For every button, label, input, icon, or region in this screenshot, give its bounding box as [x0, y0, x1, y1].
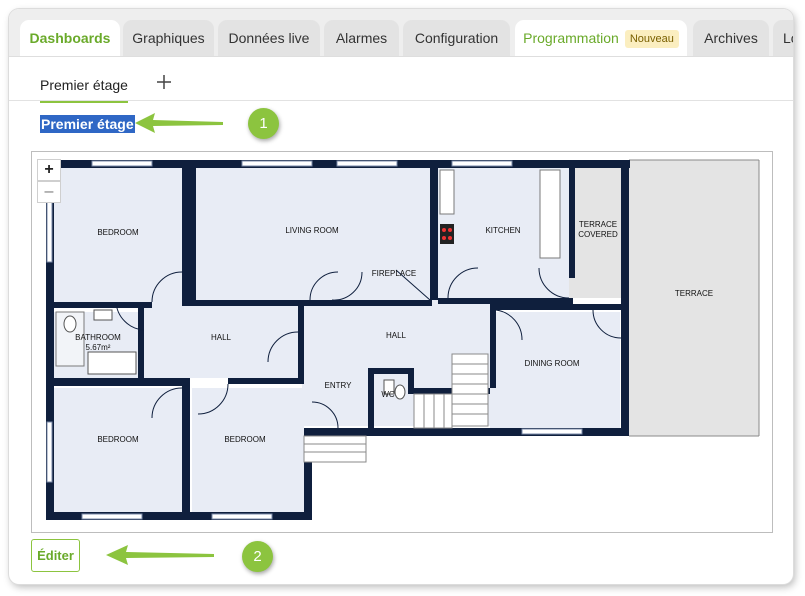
tab-label: Alarmes [335, 30, 388, 46]
annotation-step-1: 1 [248, 108, 279, 139]
label-hall-left: HALL [211, 333, 232, 342]
label-kitchen: KITCHEN [485, 226, 520, 235]
label-entry: ENTRY [325, 381, 353, 390]
tab-donnees-live[interactable]: Données live [218, 20, 320, 56]
floorplan-drawing: BEDROOM LIVING ROOM FIREPLACE KITCHEN TE… [46, 159, 760, 520]
label-bathroom: BATHROOM [75, 333, 121, 342]
new-badge: Nouveau [624, 30, 679, 48]
subtab-premier-etage[interactable]: Premier étage [40, 77, 128, 103]
app-window: Dashboards Graphiques Données live Alarm… [9, 9, 793, 584]
label-bedroom-bottom-right: BEDROOM [224, 435, 266, 444]
zoom-in-button[interactable]: + [37, 159, 61, 181]
label-fireplace: FIREPLACE [372, 269, 416, 278]
annotation-arrow-icon [135, 113, 223, 133]
tab-alarmes[interactable]: Alarmes [324, 20, 399, 56]
label-terrace: TERRACE [675, 289, 713, 298]
annotation-step-2: 2 [242, 541, 273, 572]
tab-graphiques[interactable]: Graphiques [123, 20, 214, 56]
label-wc: WC [381, 390, 395, 399]
tab-label: Graphiques [132, 30, 205, 46]
tab-configuration[interactable]: Configuration [403, 20, 510, 56]
floorplan-panel[interactable]: BEDROOM LIVING ROOM FIREPLACE KITCHEN TE… [31, 151, 773, 533]
floor-title-selected[interactable]: Premier étage [40, 115, 135, 133]
tab-archives[interactable]: Archives [693, 20, 769, 56]
plus-icon[interactable] [156, 71, 172, 95]
zoom-out-button[interactable]: – [37, 181, 61, 203]
label-terrace-covered-line2: COVERED [578, 230, 618, 239]
label-dining-room: DINING ROOM [524, 359, 579, 368]
tab-label: Programmation [523, 30, 619, 46]
floor-subtabs: Premier étage [9, 57, 793, 103]
edit-button[interactable]: Éditer [31, 539, 80, 572]
room-bedroom-bottom-right [192, 388, 304, 512]
label-bedroom-bottom-left: BEDROOM [97, 435, 139, 444]
tab-label: Dashboards [29, 30, 111, 46]
label-bathroom-area: 5.67m² [86, 343, 111, 352]
tab-overflow[interactable]: Lo [773, 20, 793, 56]
label-hall-center: HALL [386, 331, 407, 340]
label-living-room: LIVING ROOM [285, 226, 339, 235]
tab-label: Archives [704, 30, 758, 46]
tab-label: Lo [783, 30, 793, 46]
tab-label: Données live [228, 30, 310, 46]
label-terrace-covered-line1: TERRACE [579, 220, 617, 229]
tab-bar: Dashboards Graphiques Données live Alarm… [9, 9, 793, 57]
annotation-arrow-icon [106, 545, 214, 565]
tab-label: Configuration [414, 30, 499, 46]
room-bedroom-bottom-left [54, 388, 182, 512]
tab-dashboards[interactable]: Dashboards [20, 20, 120, 56]
terrace-area [629, 160, 759, 436]
tab-programmation[interactable]: Programmation Nouveau [515, 20, 687, 56]
label-bedroom-top: BEDROOM [97, 228, 139, 237]
